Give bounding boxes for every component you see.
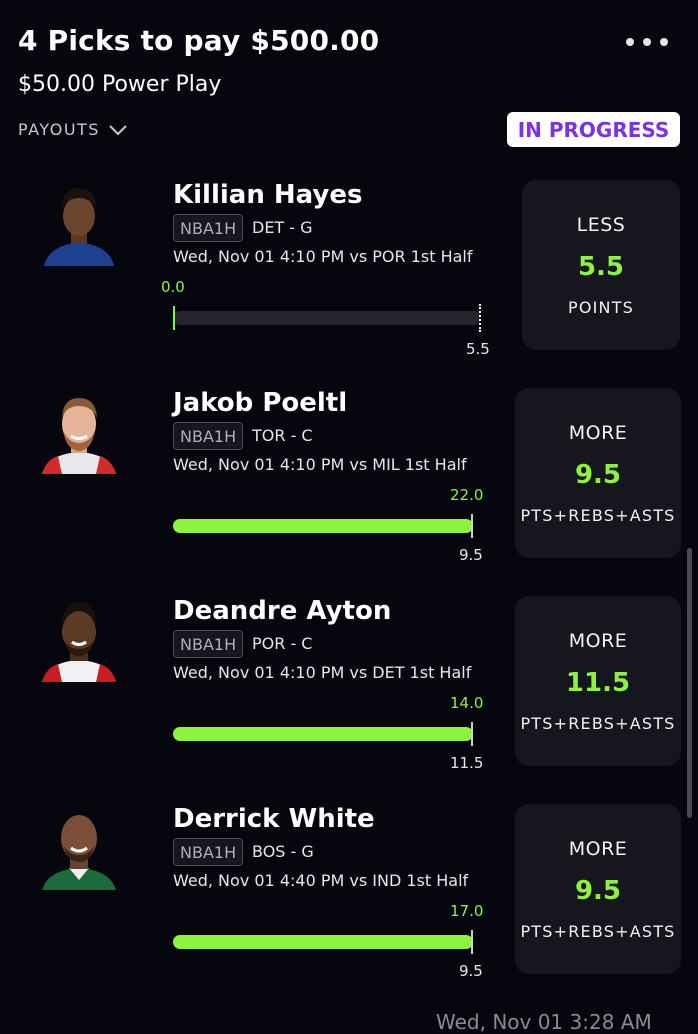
game-info: Wed, Nov 01 4:10 PM vs DET 1st Half xyxy=(173,663,472,682)
team-position: BOS - G xyxy=(252,842,314,861)
line-tick xyxy=(471,722,473,746)
pick-row[interactable]: Killian Hayes NBA1H DET - G Wed, Nov 01 … xyxy=(0,180,698,380)
league-badge: NBA1H xyxy=(173,630,244,658)
player-name: Jakob Poeltl xyxy=(173,388,348,418)
entry-title: 4 Picks to pay $500.00 xyxy=(18,24,380,57)
line-value: 9.5 xyxy=(459,546,483,564)
progress-fill xyxy=(173,519,473,533)
entry-subtitle: $50.00 Power Play xyxy=(18,72,222,97)
pick-row[interactable]: Deandre Ayton NBA1H POR - C Wed, Nov 01 … xyxy=(0,596,698,796)
stat-type: PTS+REBS+ASTS xyxy=(520,505,676,525)
stat-type: POINTS xyxy=(567,297,635,317)
projection-card[interactable]: MORE 11.5 PTS+REBS+ASTS xyxy=(515,596,681,766)
pick-direction: MORE xyxy=(568,421,628,444)
player-avatar xyxy=(36,388,122,474)
player-name: Killian Hayes xyxy=(173,180,363,210)
pick-direction: LESS xyxy=(576,213,626,236)
line-tick xyxy=(479,304,481,332)
pick-row[interactable]: Jakob Poeltl NBA1H TOR - C Wed, Nov 01 4… xyxy=(0,388,698,588)
current-value: 17.0 xyxy=(450,902,484,920)
player-name: Derrick White xyxy=(173,804,375,834)
more-options-icon[interactable] xyxy=(626,38,686,56)
progress-bar xyxy=(173,727,473,741)
scrollbar[interactable] xyxy=(687,548,692,818)
projection-line: 9.5 xyxy=(574,459,622,490)
line-value: 5.5 xyxy=(466,340,490,358)
player-name: Deandre Ayton xyxy=(173,596,392,626)
league-badge: NBA1H xyxy=(173,214,244,242)
player-avatar xyxy=(36,596,122,682)
game-info: Wed, Nov 01 4:40 PM vs IND 1st Half xyxy=(173,871,469,890)
progress-bar xyxy=(173,519,473,533)
line-tick xyxy=(471,930,473,954)
team-position: TOR - C xyxy=(252,426,313,445)
game-info: Wed, Nov 01 4:10 PM vs MIL 1st Half xyxy=(173,455,467,474)
player-avatar xyxy=(36,180,122,266)
line-value: 11.5 xyxy=(450,754,484,772)
footer-timestamp: Wed, Nov 01 3:28 AM xyxy=(436,1010,652,1034)
projection-line: 9.5 xyxy=(574,875,622,906)
projection-line: 5.5 xyxy=(577,251,625,282)
progress-bar xyxy=(173,311,481,325)
stat-type: PTS+REBS+ASTS xyxy=(520,921,676,941)
game-info: Wed, Nov 01 4:10 PM vs POR 1st Half xyxy=(173,247,473,266)
start-tick xyxy=(173,306,175,330)
progress-fill xyxy=(173,727,473,741)
progress-bar xyxy=(173,935,473,949)
pick-row[interactable]: Derrick White NBA1H BOS - G Wed, Nov 01 … xyxy=(0,804,698,1004)
league-badge: NBA1H xyxy=(173,422,244,450)
pick-direction: MORE xyxy=(568,837,628,860)
team-position: POR - C xyxy=(252,634,313,653)
projection-card[interactable]: MORE 9.5 PTS+REBS+ASTS xyxy=(515,804,681,974)
payouts-label: PAYOUTS xyxy=(18,120,100,139)
current-value: 14.0 xyxy=(450,694,484,712)
league-badge: NBA1H xyxy=(173,838,244,866)
projection-card[interactable]: MORE 9.5 PTS+REBS+ASTS xyxy=(515,388,681,558)
status-badge: IN PROGRESS xyxy=(507,112,680,147)
line-tick xyxy=(471,514,473,538)
current-value: 0.0 xyxy=(161,278,185,296)
team-position: DET - G xyxy=(252,218,313,237)
player-avatar xyxy=(36,804,122,890)
line-value: 9.5 xyxy=(459,962,483,980)
projection-line: 11.5 xyxy=(565,667,631,698)
projection-card[interactable]: LESS 5.5 POINTS xyxy=(522,180,680,350)
pick-direction: MORE xyxy=(568,629,628,652)
payouts-toggle[interactable]: PAYOUTS xyxy=(18,120,128,139)
current-value: 22.0 xyxy=(450,486,484,504)
stat-type: PTS+REBS+ASTS xyxy=(520,713,676,733)
progress-fill xyxy=(173,935,473,949)
chevron-down-icon xyxy=(109,124,127,135)
